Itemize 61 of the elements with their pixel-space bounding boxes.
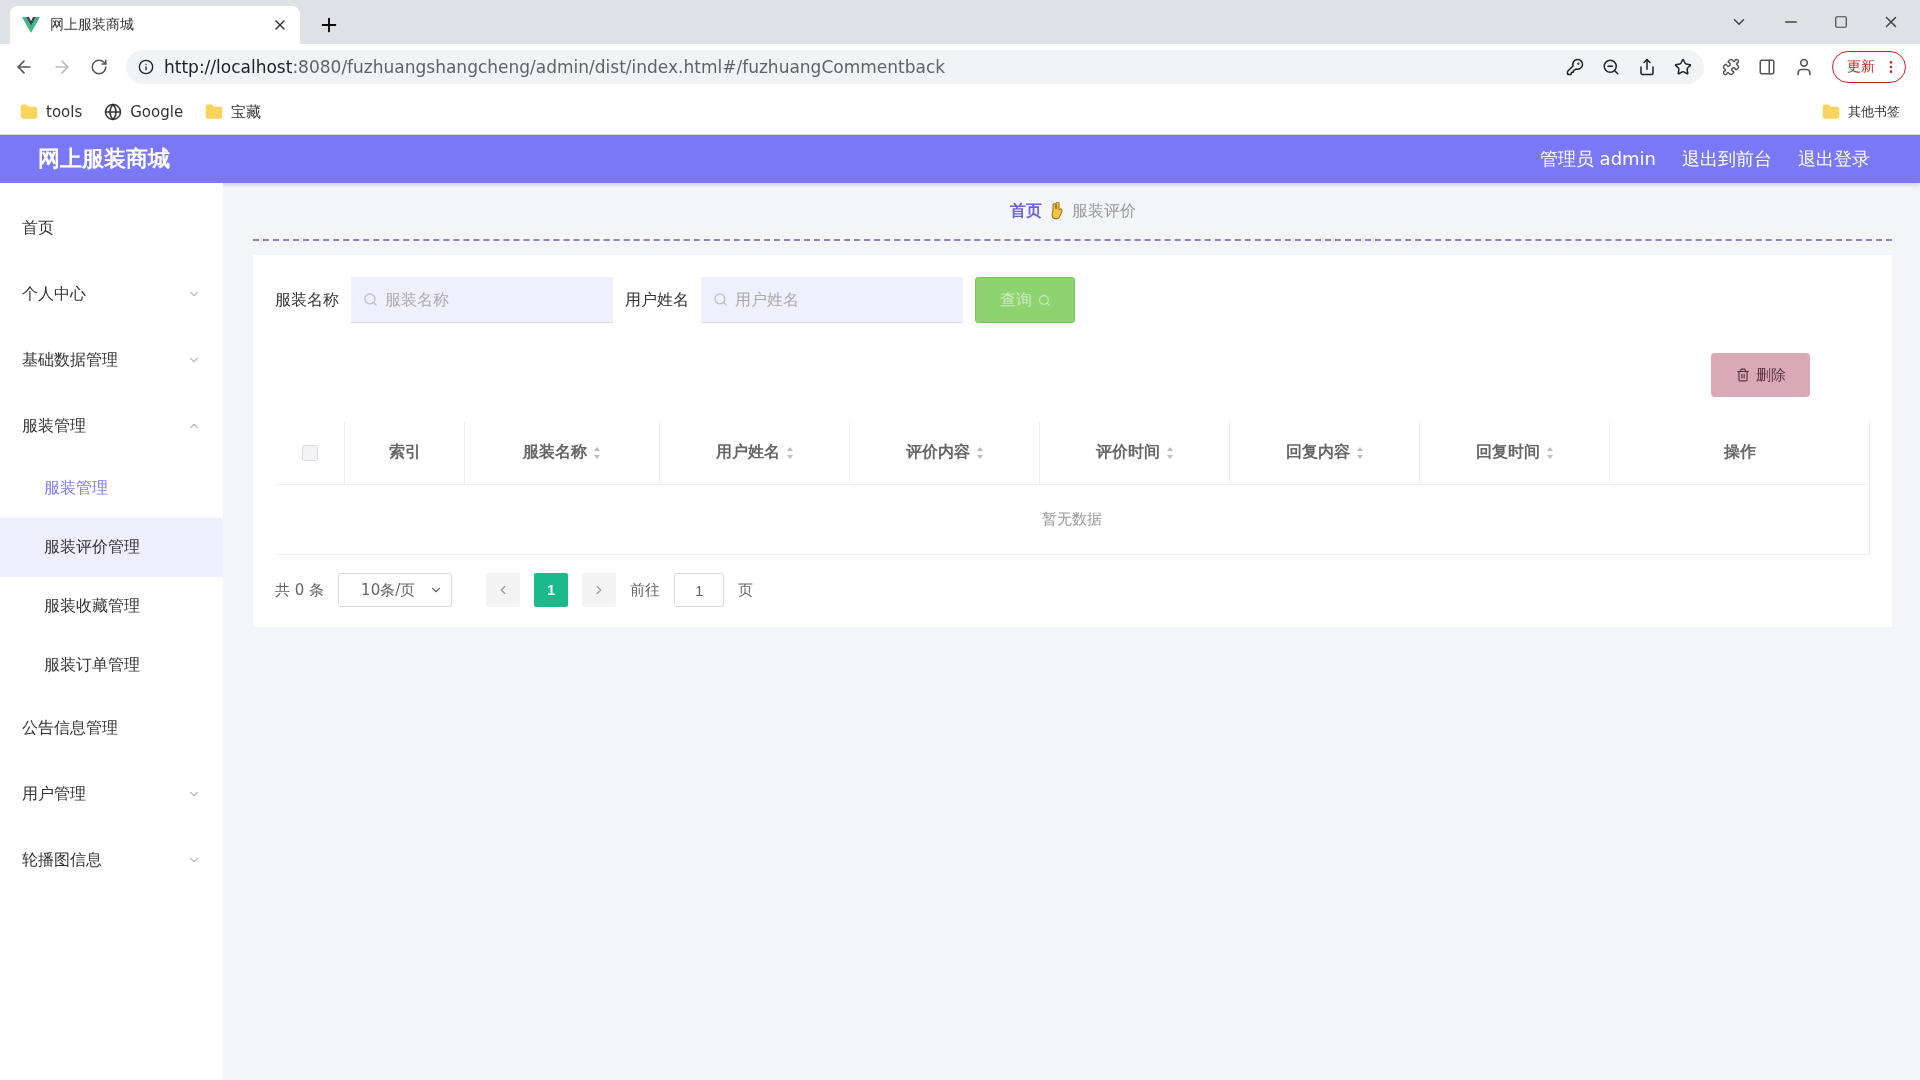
bookmark-link[interactable]: Google: [104, 103, 184, 121]
star-icon[interactable]: [1674, 58, 1692, 76]
column-header[interactable]: 评价时间: [1040, 421, 1230, 484]
reload-icon[interactable]: [90, 58, 108, 76]
key-icon[interactable]: [1566, 58, 1584, 76]
globe-icon: [104, 103, 123, 121]
bookmark-link[interactable]: tools: [20, 103, 83, 121]
info-icon[interactable]: [138, 59, 154, 75]
select-all-checkbox[interactable]: [301, 444, 318, 461]
menu-item[interactable]: 个人中心: [0, 261, 223, 327]
goto-label: 前往: [630, 580, 661, 600]
trash-icon: [1735, 368, 1750, 382]
hand-icon: [1049, 202, 1064, 220]
folder-icon: [20, 103, 38, 121]
address-field[interactable]: http://localhost:8080/fuzhuangshangcheng/admin/dist/index.html#/fuzhuangCommentback: [126, 50, 1704, 84]
search-field[interactable]: 用户姓名: [701, 277, 963, 323]
page-size-select[interactable]: 10条/页: [338, 573, 453, 607]
header-link[interactable]: 退出到前台: [1682, 147, 1772, 171]
submenu-item[interactable]: 服装订单管理: [0, 636, 223, 695]
share-icon[interactable]: [1638, 58, 1656, 76]
search-field[interactable]: 服装名称: [351, 277, 613, 323]
column-header[interactable]: 用户姓名: [660, 421, 850, 484]
menu-item[interactable]: 基础数据管理: [0, 327, 223, 393]
page-input[interactable]: 1: [674, 573, 725, 607]
side-panel-icon[interactable]: [1758, 58, 1776, 76]
column-header[interactable]: 服装名称: [465, 421, 660, 484]
v-logo-icon: [22, 17, 40, 33]
menu-item[interactable]: 服装管理: [0, 393, 223, 459]
field-label: 服装名称: [275, 289, 339, 311]
menu-item[interactable]: 用户管理: [0, 761, 223, 827]
url-text: http://localhost:8080/fuzhuangshangcheng/admin/dist/index.html#/fuzhuangCommentback: [164, 57, 946, 77]
tab-title: 网上服装商城: [50, 16, 135, 34]
page-suffix: 页: [738, 580, 754, 600]
column-header: 操作: [1722, 441, 1757, 463]
empty-text: 暂无数据: [275, 485, 1869, 555]
header-link[interactable]: 退出登录: [1798, 147, 1870, 171]
app-title: 网上服装商城: [38, 145, 170, 173]
profile-icon[interactable]: [1794, 57, 1814, 77]
folder-icon: [205, 103, 224, 121]
menu-item[interactable]: 首页: [0, 195, 223, 261]
bookmark-link[interactable]: 宝藏: [205, 102, 262, 122]
search-icon: [1037, 293, 1051, 307]
folder-icon: [1822, 103, 1840, 121]
column-header: 索引: [345, 421, 465, 484]
submenu-item[interactable]: 服装评价管理: [0, 518, 223, 577]
user-label: 管理员 admin: [1539, 147, 1656, 171]
column-header[interactable]: 回复时间: [1420, 421, 1610, 484]
restore-icon[interactable]: [1834, 15, 1848, 29]
menu-item[interactable]: 公告信息管理: [0, 695, 223, 761]
browser-tab[interactable]: 网上服装商城: [10, 6, 300, 44]
field-label: 用户姓名: [625, 289, 689, 311]
zoom-out-icon[interactable]: [1602, 58, 1620, 76]
submenu-item[interactable]: 服装管理: [0, 459, 223, 518]
submenu-item[interactable]: 服装收藏管理: [0, 577, 223, 636]
puzzle-icon[interactable]: [1722, 58, 1740, 76]
breadcrumb-link[interactable]: 首页: [1009, 200, 1042, 222]
total-count: 共 0 条: [275, 580, 325, 600]
column-header[interactable]: 评价内容: [850, 421, 1040, 484]
column-header[interactable]: 回复内容: [1230, 421, 1420, 484]
menu-item[interactable]: 轮播图信息: [0, 827, 223, 893]
bookmark-link[interactable]: 其他书签: [1822, 103, 1900, 121]
